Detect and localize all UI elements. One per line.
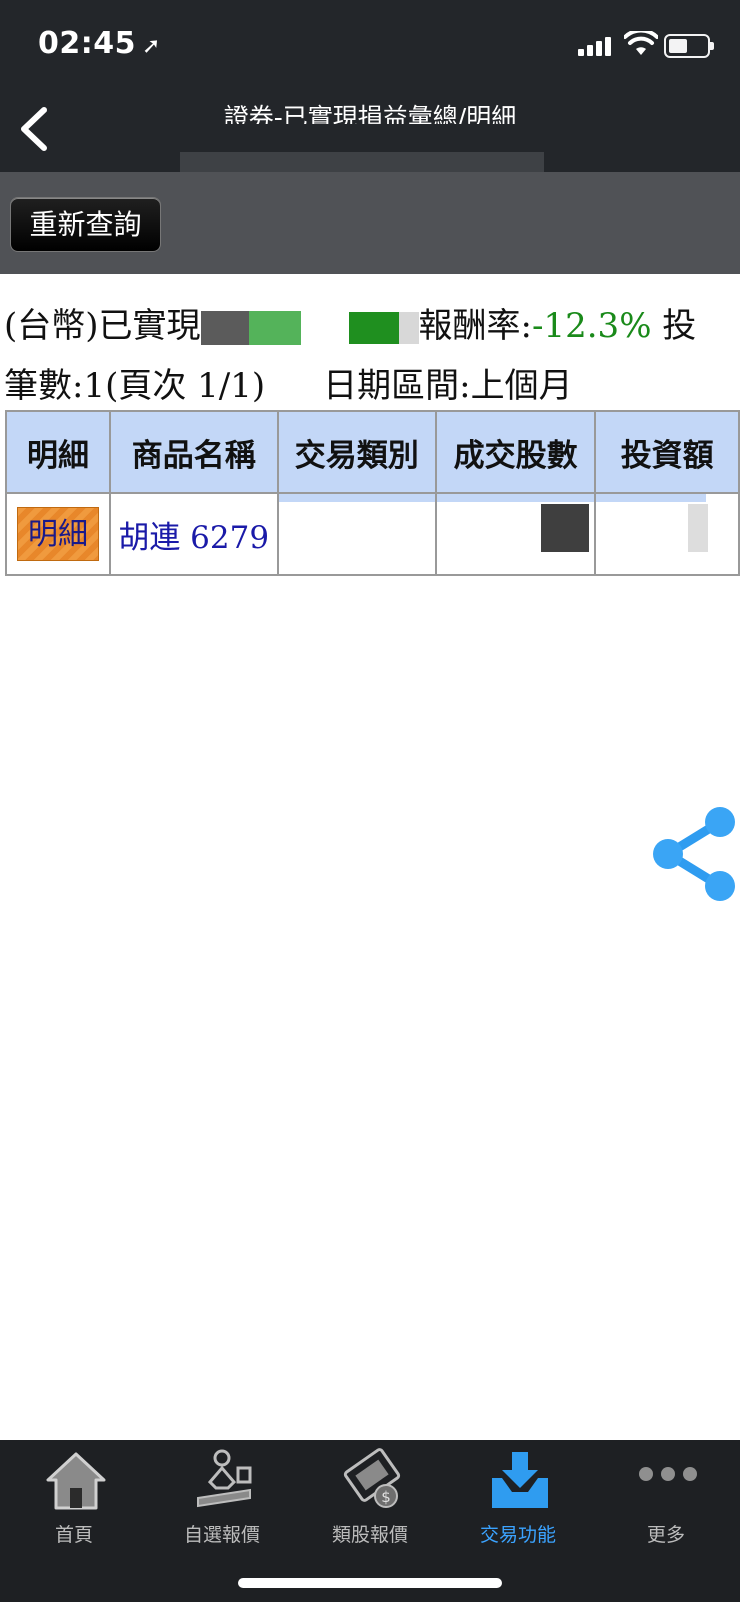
clock-text: 02:45 — [38, 26, 136, 61]
redacted-block — [348, 312, 399, 344]
wifi-icon — [624, 31, 658, 55]
redacted-block — [596, 494, 707, 502]
redacted-block — [398, 312, 419, 344]
tab-label: 類股報價 — [331, 1524, 408, 1546]
table-cell: 7 — [594, 493, 740, 576]
column-header: 商品名稱 — [108, 410, 279, 494]
cellular-signal-icon — [578, 36, 614, 56]
table-row: 明細 胡連 6279 7 — [5, 493, 740, 576]
column-header: 明細 — [5, 410, 111, 494]
share-icon[interactable] — [650, 806, 740, 902]
person-desk-icon — [197, 1449, 252, 1508]
tab-watchlist[interactable]: 自選報價 — [152, 1448, 292, 1548]
column-header: 交易類別 — [276, 410, 437, 494]
tab-trading[interactable]: 交易功能 — [448, 1448, 588, 1548]
film-money-icon: $ — [343, 1448, 401, 1508]
redacted-block — [540, 504, 589, 552]
home-indicator[interactable] — [238, 1578, 502, 1588]
table-cell — [276, 493, 437, 576]
redacted-block — [300, 311, 349, 345]
return-rate-value: -12.3% — [532, 306, 652, 346]
column-header: 成交股數 — [434, 410, 597, 494]
column-header: 投資額 — [594, 410, 740, 494]
location-arrow-icon: ➚ — [142, 34, 161, 59]
toolbar: 重新查詢 — [0, 172, 740, 274]
redacted-block — [248, 311, 301, 345]
summary-line: (台幣)已實現 報酬率:-12.3% 投 — [4, 298, 740, 346]
tab-label: 更多 — [646, 1524, 685, 1546]
summary-prefix: (台幣)已實現 — [4, 306, 201, 346]
product-link[interactable]: 胡連 6279 — [118, 520, 269, 556]
return-rate-label: 報酬率: — [418, 306, 532, 346]
download-tray-icon — [492, 1452, 548, 1508]
tab-sector-quotes[interactable]: $ 類股報價 — [300, 1448, 440, 1548]
table-cell: 胡連 6279 — [108, 493, 279, 576]
detail-button[interactable]: 明細 — [16, 507, 99, 561]
count-line: 筆數:1(頁次 1/1) 日期區間:上個月 — [4, 358, 740, 406]
table-cell: 明細 — [5, 493, 111, 576]
redacted-block — [436, 494, 595, 502]
title-underbar — [180, 152, 544, 172]
table-header-row: 明細 商品名稱 交易類別 成交股數 投資額 — [5, 410, 740, 494]
record-count: 筆數:1(頁次 1/1) — [4, 366, 266, 406]
summary-tail: 投 — [651, 306, 697, 346]
tab-label: 交易功能 — [479, 1524, 556, 1546]
page-title: 證券-已實現損益彙總/明細 — [180, 92, 560, 124]
top-bar: 02:45 ➚ 證券-已實現損益彙總/明細 — [0, 0, 740, 172]
tab-label: 自選報價 — [183, 1524, 260, 1546]
results-table: 明細 商品名稱 交易類別 成交股數 投資額 明細 胡連 6279 7 — [5, 410, 740, 576]
tab-label: 首頁 — [54, 1524, 93, 1546]
date-range: 日期區間:上個月 — [323, 366, 573, 406]
requery-button[interactable]: 重新查詢 — [10, 197, 161, 252]
svg-text:$: $ — [381, 1488, 391, 1506]
redacted-block — [200, 311, 249, 345]
home-icon — [46, 1452, 106, 1510]
tab-home[interactable]: 首頁 — [4, 1448, 144, 1548]
redacted-block — [688, 504, 709, 552]
page-title-text: 證券-已實現損益彙總/明細 — [223, 103, 517, 124]
status-time: 02:45 ➚ — [38, 26, 161, 61]
battery-icon — [664, 34, 714, 58]
more-icon — [639, 1467, 697, 1481]
table-cell — [434, 493, 597, 576]
tab-more[interactable]: 更多 — [596, 1448, 736, 1548]
redacted-block — [278, 494, 435, 502]
back-chevron-icon[interactable] — [14, 104, 54, 154]
